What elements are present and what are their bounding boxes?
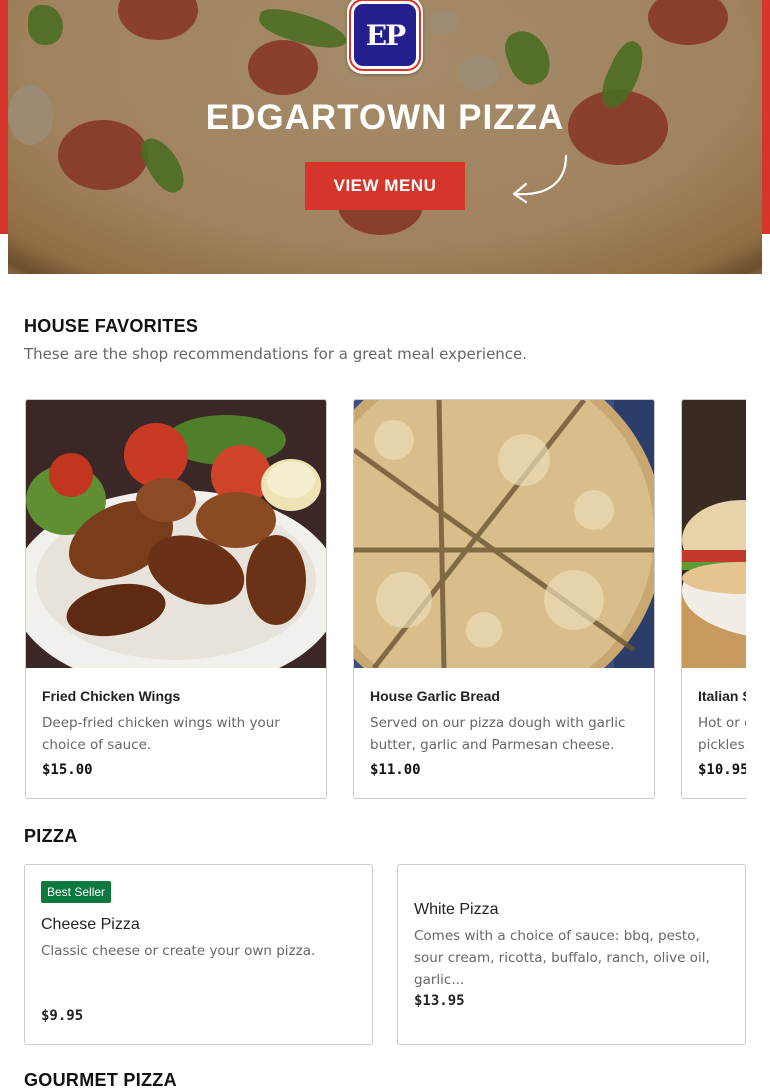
favorite-card-italian-sub[interactable]: Italian Sub Hot or cold with lettuce, to… [681,399,746,799]
chicken-wings-image [26,400,326,668]
favorite-price: $10.95 [698,762,746,778]
favorite-card-garlic-bread[interactable]: House Garlic Bread Served on our pizza d… [353,399,655,799]
favorite-name: Italian Sub [698,688,746,704]
favorite-name: Fried Chicken Wings [42,688,181,704]
favorite-price: $11.00 [370,762,421,778]
house-favorites-heading: HOUSE FAVORITES [24,316,199,336]
menu-item-description: Classic cheese or create your own pizza. [41,943,316,959]
menu-item-name: Cheese Pizza [41,916,140,933]
menu-item-price: $9.95 [41,1008,84,1024]
favorite-name: House Garlic Bread [370,688,500,704]
view-menu-button[interactable]: VIEW MENU [305,162,465,210]
menu-item-white-pizza[interactable]: White Pizza Comes with a choice of sauce… [397,864,746,1045]
favorites-carousel[interactable]: Fried Chicken Wings Deep-fried chicken w… [24,399,746,799]
menu-item-cheese-pizza[interactable]: Best Seller Cheese Pizza Classic cheese … [24,864,373,1045]
favorite-price: $15.00 [42,762,93,778]
restaurant-title: EDGARTOWN PIZZA [205,98,565,137]
menu-item-price: $13.95 [414,993,465,1009]
gourmet-pizza-heading: GOURMET PIZZA [24,1070,177,1090]
menu-item-description: Comes with a choice of sauce: bbq, pesto… [414,928,710,988]
garlic-bread-image [354,400,654,668]
menu-item-name: White Pizza [414,901,499,918]
favorite-description: Deep-fried chicken wings with your choic… [42,715,280,753]
brand-logo[interactable]: EP [347,0,423,74]
best-seller-badge: Best Seller [41,881,112,903]
curved-arrow-icon [512,154,568,204]
favorite-description: Hot or cold with lettuce, tomato, onion,… [698,715,746,753]
favorite-description: Served on our pizza dough with garlic bu… [370,715,626,753]
italian-sub-image [682,400,746,668]
brand-logo-mark: EP [349,0,421,71]
pizza-heading: PIZZA [24,826,78,846]
house-favorites-subtitle: These are the shop recommendations for a… [24,345,528,363]
hero-banner: EP EDGARTOWN PIZZA VIEW MENU [0,0,770,274]
favorite-card-chicken-wings[interactable]: Fried Chicken Wings Deep-fried chicken w… [25,399,327,799]
